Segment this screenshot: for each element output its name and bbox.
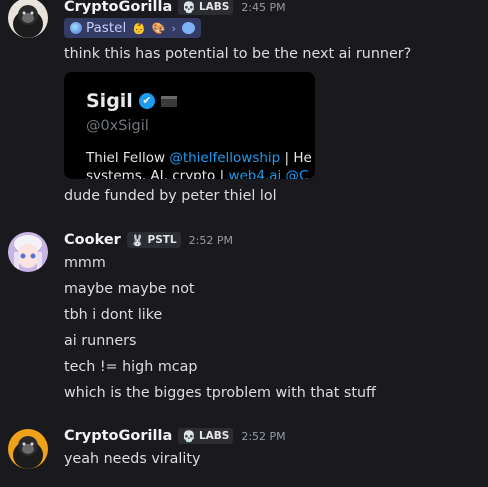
username[interactable]: CryptoGorilla (64, 428, 172, 444)
verified-badge-icon: ✔ (138, 93, 155, 109)
role-badges[interactable]: Pastel 👶 🎨 › (64, 18, 202, 38)
baby-icon: 👶 (132, 21, 146, 35)
bunny-icon: 🐰 (130, 233, 145, 247)
palette-icon: 🎨 (151, 21, 166, 35)
message-1: CryptoGorilla 💀 LABS 2:45 PM Pastel 👶 🎨 … (0, 0, 488, 215)
bio2-link[interactable]: web4.ai @C (228, 168, 308, 179)
chevron-right-icon[interactable]: › (172, 22, 176, 35)
link-embed[interactable]: Sigil ✔ @0xSigil Thiel Fellow @thielfell… (64, 72, 315, 179)
avatar-cooker[interactable] (8, 232, 48, 272)
message-header: CryptoGorilla 💀 LABS 2:45 PM (64, 0, 286, 15)
bio-link-thielfellowship[interactable]: @thielfellowship (169, 150, 280, 166)
server-tag[interactable]: 💀 LABS (178, 428, 234, 444)
avatar-cryptogorilla[interactable] (8, 0, 48, 38)
message-text: tech != high mcap (64, 359, 198, 375)
affiliate-badge-icon (160, 95, 177, 107)
role-label: Pastel (86, 20, 127, 36)
timestamp[interactable]: 2:52 PM (189, 234, 233, 247)
skull-icon: 💀 (182, 429, 196, 443)
chat-bubble-icon (182, 22, 196, 34)
tag-label: LABS (198, 1, 230, 13)
message-2: Cooker 🐰 PSTL 2:52 PM mmm maybe maybe no… (0, 230, 488, 410)
message-text: yeah needs virality (64, 451, 201, 467)
embed-name: Sigil (86, 90, 133, 112)
username[interactable]: Cooker (64, 232, 121, 248)
message-text: think this has potential to be the next … (64, 46, 412, 62)
message-3: CryptoGorilla 💀 LABS 2:52 PM yeah needs … (0, 427, 488, 487)
embed-title: Sigil ✔ (86, 90, 177, 112)
server-tag[interactable]: 💀 LABS (178, 0, 234, 15)
username[interactable]: CryptoGorilla (64, 0, 172, 15)
tag-label: LABS (198, 430, 230, 442)
embed-bio: Thiel Fellow @thielfellowship | He (86, 150, 312, 166)
bio2-text: systems. AI, crypto | (86, 168, 229, 179)
skull-icon: 💀 (182, 0, 196, 14)
message-text: tbh i dont like (64, 307, 163, 323)
bio-text-suffix: | He (280, 150, 312, 166)
embed-handle: @0xSigil (86, 118, 149, 134)
pastel-globe-icon (70, 22, 82, 34)
message-text: maybe maybe not (64, 281, 195, 297)
tag-label: PSTL (147, 234, 177, 246)
message-header: CryptoGorilla 💀 LABS 2:52 PM (64, 428, 286, 444)
message-text: dude funded by peter thiel lol (64, 188, 277, 204)
message-text: which is the bigges tproblem with that s… (64, 385, 376, 401)
message-header: Cooker 🐰 PSTL 2:52 PM (64, 232, 233, 248)
embed-bio-line2: systems. AI, crypto | web4.ai @C (86, 168, 308, 179)
bio-text: Thiel Fellow (86, 150, 170, 166)
timestamp[interactable]: 2:45 PM (241, 1, 285, 14)
server-tag[interactable]: 🐰 PSTL (126, 232, 181, 248)
avatar-cryptogorilla[interactable] (8, 429, 48, 469)
role-pastel[interactable]: Pastel (70, 20, 126, 36)
message-text: ai runners (64, 333, 137, 349)
timestamp[interactable]: 2:52 PM (241, 430, 285, 443)
message-text: mmm (64, 255, 106, 271)
